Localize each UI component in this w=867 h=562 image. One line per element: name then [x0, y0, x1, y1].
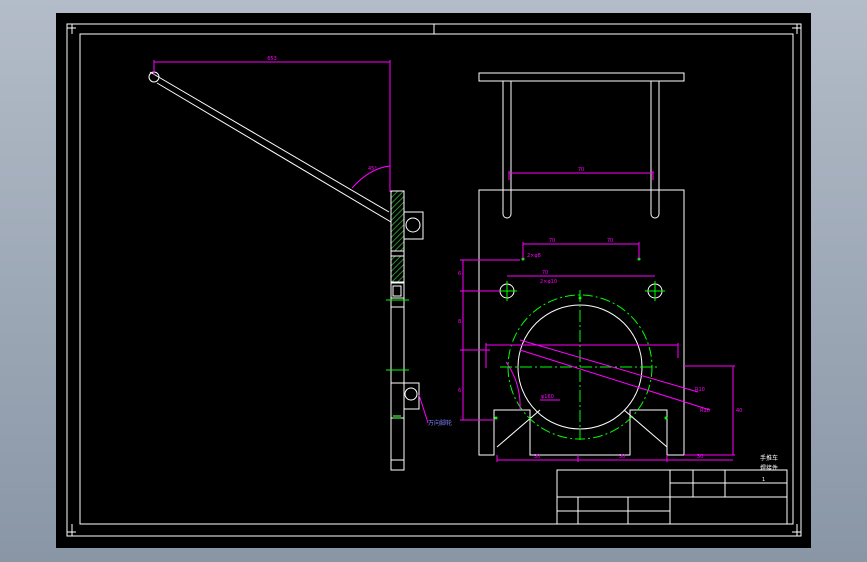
- dim-arm-width-label: 653: [267, 56, 277, 62]
- caster-note: 万向脚轮: [428, 419, 452, 427]
- front-view: 70 70 70 2×φ8 70 2×φ10 6 8 6 φ160 R10 R1…: [458, 72, 742, 462]
- title-part-name-2: 焊接件: [760, 464, 778, 472]
- inner-border: [79, 33, 794, 525]
- front-dimension-labels: 70 70 70 2×φ8 70 2×φ10 6 8 6 φ160 R10 R1…: [458, 167, 742, 460]
- drawing-frame: [66, 23, 802, 537]
- svg-text:70: 70: [607, 238, 613, 244]
- svg-text:φ160: φ160: [541, 394, 554, 400]
- svg-text:6: 6: [458, 271, 461, 277]
- handle-bar: [478, 72, 685, 82]
- outer-border: [66, 23, 802, 537]
- svg-text:2×φ8: 2×φ8: [527, 253, 541, 259]
- title-scale: 1: [762, 477, 765, 483]
- svg-text:R10: R10: [695, 387, 705, 393]
- svg-text:70: 70: [542, 270, 548, 276]
- svg-text:70: 70: [578, 167, 584, 173]
- upper-bracket: [403, 211, 424, 240]
- svg-text:6: 6: [458, 388, 461, 394]
- svg-text:30: 30: [697, 454, 703, 460]
- svg-text:8: 8: [458, 319, 461, 325]
- svg-text:2×φ10: 2×φ10: [540, 279, 557, 285]
- dim-arm-angle-label: 45°: [368, 166, 377, 172]
- side-view: 653 45° 万向脚轮: [148, 56, 452, 471]
- center-lines: [500, 290, 660, 440]
- cad-drawing: 653 45° 万向脚轮 70 70 70 2×φ8 70 2×φ10 6 8 …: [66, 23, 802, 537]
- handle-tubes: [502, 81, 660, 219]
- svg-text:70: 70: [549, 238, 555, 244]
- svg-text:40: 40: [736, 408, 742, 414]
- front-dimensions: [460, 171, 735, 462]
- section-hatch-upper: [390, 190, 405, 252]
- main-plate: [478, 189, 685, 456]
- svg-text:R10: R10: [700, 408, 710, 414]
- section-hatch-middle: [390, 255, 405, 283]
- handle-arm: [148, 71, 392, 223]
- svg-text:30: 30: [619, 454, 625, 460]
- dim-arm-width: [153, 60, 391, 192]
- post-details: [386, 285, 409, 371]
- marker-dots: [494, 257, 668, 420]
- title-part-name-1: 手推车: [760, 454, 778, 462]
- svg-text:30: 30: [534, 454, 540, 460]
- caster-leader: [418, 394, 429, 424]
- title-block: [556, 469, 788, 525]
- lower-bracket: [403, 382, 420, 410]
- weld-mark: [393, 415, 401, 419]
